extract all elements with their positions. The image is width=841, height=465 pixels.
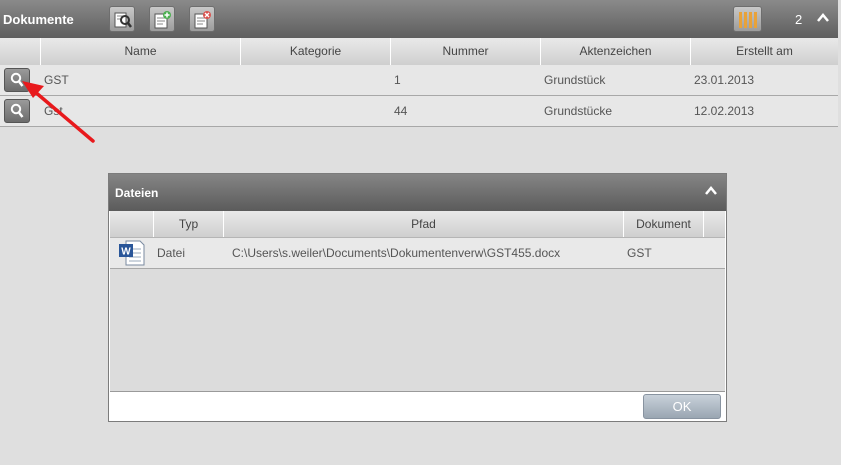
cell-typ: Datei bbox=[157, 246, 186, 260]
cell-pfad: C:\Users\s.weiler\Documents\Dokumentenve… bbox=[232, 246, 561, 260]
delete-document-button[interactable] bbox=[189, 6, 215, 32]
files-grid-header: Typ Pfad Dokument bbox=[110, 211, 725, 238]
search-document-button[interactable] bbox=[109, 6, 135, 32]
add-document-button[interactable] bbox=[149, 6, 175, 32]
column-header-name[interactable]: Name bbox=[40, 38, 240, 65]
column-header-aktenzeichen[interactable]: Aktenzeichen bbox=[540, 38, 690, 65]
file-row[interactable]: W Datei C:\Users\s.weiler\Documents\Doku… bbox=[110, 238, 725, 269]
cell-name: GST bbox=[44, 73, 69, 87]
ok-button[interactable]: OK bbox=[643, 394, 721, 419]
column-header-erstellt-am[interactable]: Erstellt am bbox=[690, 38, 838, 65]
column-header-typ[interactable]: Typ bbox=[153, 211, 223, 237]
document-count: 2 bbox=[795, 12, 803, 27]
collapse-panel-icon[interactable] bbox=[816, 11, 830, 27]
show-files-button[interactable] bbox=[4, 68, 30, 92]
cell-aktenzeichen: Grundstück bbox=[544, 73, 606, 87]
cell-erstellt-am: 23.01.2013 bbox=[694, 73, 755, 87]
cell-name: Gst bbox=[44, 104, 63, 118]
cell-dokument: GST bbox=[627, 246, 652, 260]
dialog-header: Dateien bbox=[109, 174, 726, 211]
show-files-button[interactable] bbox=[4, 99, 30, 123]
collapse-dialog-icon[interactable] bbox=[704, 184, 718, 200]
documents-grid-header: Name Kategorie Nummer Aktenzeichen Erste… bbox=[0, 38, 838, 66]
column-chooser-button[interactable] bbox=[733, 6, 762, 32]
documents-panel-header: Dokumente 2 bbox=[0, 0, 838, 39]
word-document-icon[interactable]: W bbox=[118, 240, 146, 269]
column-header-dokument[interactable]: Dokument bbox=[623, 211, 703, 237]
cell-nummer: 1 bbox=[394, 73, 401, 87]
column-header-nummer[interactable]: Nummer bbox=[390, 38, 540, 65]
column-header-spacer bbox=[703, 211, 725, 237]
column-header-pfad[interactable]: Pfad bbox=[223, 211, 623, 237]
table-row[interactable]: GST 1 Grundstück 23.01.2013 bbox=[0, 65, 838, 96]
panel-title: Dokumente bbox=[3, 12, 74, 27]
column-header-kategorie[interactable]: Kategorie bbox=[240, 38, 390, 65]
dialog-title: Dateien bbox=[115, 186, 159, 200]
svg-text:W: W bbox=[121, 247, 131, 258]
files-dialog: Dateien Typ Pfad Dokument W Datei C:\Use… bbox=[108, 173, 727, 422]
files-grid: Typ Pfad Dokument W Datei C:\Users\s.wei… bbox=[110, 211, 725, 392]
table-row[interactable]: Gst 44 Grundstücke 12.02.2013 bbox=[0, 96, 838, 127]
cell-nummer: 44 bbox=[394, 104, 408, 118]
cell-aktenzeichen: Grundstücke bbox=[544, 104, 613, 118]
cell-erstellt-am: 12.02.2013 bbox=[694, 104, 755, 118]
